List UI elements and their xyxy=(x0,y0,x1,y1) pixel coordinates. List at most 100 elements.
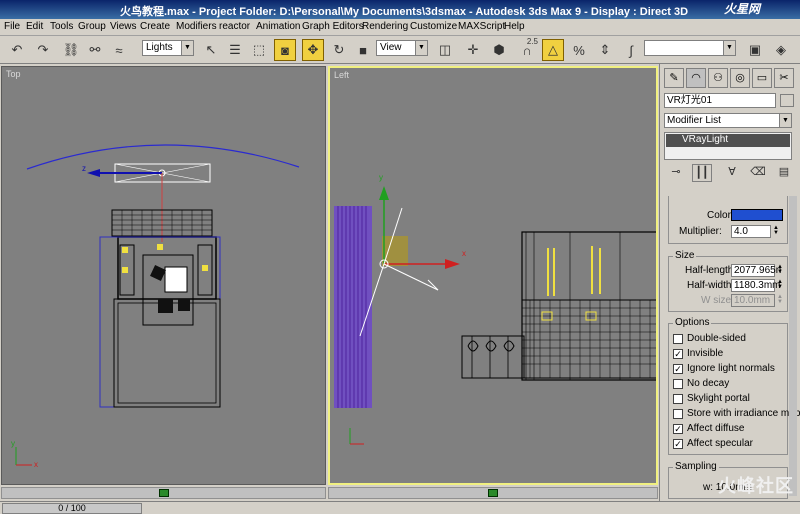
checkbox-label: Invisible xyxy=(687,348,724,359)
object-name-field[interactable]: VR灯光01 xyxy=(664,93,776,108)
keyboard-shortcut-icon[interactable]: ⬢ xyxy=(488,39,510,61)
snaps-toggle-icon[interactable]: 2.5 ∩ xyxy=(516,37,538,61)
stack-item-vraylight[interactable]: VRayLight xyxy=(666,134,790,147)
object-color-swatch[interactable] xyxy=(780,94,794,107)
modifier-list-label: Modifier List xyxy=(667,115,721,126)
double-sided-checkbox[interactable]: Double-sided xyxy=(673,333,791,346)
redo-icon[interactable]: ↷ xyxy=(32,39,54,61)
options-title: Options xyxy=(673,317,712,328)
spinner-arrows-icon[interactable]: ▲ ▼ xyxy=(776,264,784,276)
selection-filter-dropdown[interactable]: Lights ▼ xyxy=(142,40,194,56)
checkbox-box[interactable] xyxy=(673,379,683,389)
checkbox-box[interactable] xyxy=(673,394,683,404)
create-tab-icon[interactable]: ✎ xyxy=(664,68,684,88)
half-width-spinner[interactable]: 1180.3mm ▲ ▼ xyxy=(731,279,783,292)
left-viewport-bar[interactable] xyxy=(328,487,658,499)
reference-coord-dropdown[interactable]: View ▼ xyxy=(376,40,428,56)
unlink-icon[interactable]: ⚯ xyxy=(84,39,106,61)
bind-space-warp-icon[interactable]: ≈ xyxy=(108,39,130,61)
undo-icon[interactable]: ↶ xyxy=(6,39,28,61)
check-icon[interactable]: ✓ xyxy=(673,424,683,434)
window-crossing-icon[interactable]: ◙ xyxy=(274,39,296,61)
modifier-list-dropdown[interactable]: Modifier List ▼ xyxy=(664,113,792,128)
affect-specular-checkbox[interactable]: ✓ Affect specular xyxy=(673,438,791,451)
menu-bar: File Edit Tools Group Views Create Modif… xyxy=(0,19,800,36)
check-icon[interactable]: ✓ xyxy=(673,349,683,359)
pin-stack-icon[interactable]: ⊸ xyxy=(666,164,686,182)
invisible-checkbox[interactable]: ✓ Invisible xyxy=(673,348,791,361)
viewport-nav-icon[interactable] xyxy=(488,489,498,497)
display-tab-icon[interactable]: ▭ xyxy=(752,68,772,88)
menu-modifiers[interactable]: Modifiers xyxy=(176,21,217,32)
select-manipulate-icon[interactable]: ✛ xyxy=(462,39,484,61)
svg-text:y: y xyxy=(379,173,383,182)
menu-reactor[interactable]: reactor xyxy=(219,21,250,32)
no-decay-checkbox[interactable]: No decay xyxy=(673,378,791,391)
menu-animation[interactable]: Animation xyxy=(256,21,300,32)
skylight-portal-checkbox[interactable]: Skylight portal xyxy=(673,393,791,406)
select-by-name-icon[interactable]: ☰ xyxy=(224,39,246,61)
w-size-spinner[interactable]: 10.0mm ▲ ▼ xyxy=(731,294,783,307)
menu-maxscript[interactable]: MAXScript xyxy=(458,21,505,32)
mirror-icon[interactable]: ▣ xyxy=(744,39,766,61)
panel-scrollbar[interactable] xyxy=(789,196,797,496)
select-and-rotate-icon[interactable]: ↻ xyxy=(328,39,350,61)
menu-create[interactable]: Create xyxy=(140,21,170,32)
menu-graph-editors[interactable]: Graph Editors xyxy=(302,21,364,32)
color-swatch[interactable] xyxy=(731,209,783,221)
configure-sets-icon[interactable]: ▤ xyxy=(774,164,794,182)
store-irradiance-checkbox[interactable]: Store with irradiance map xyxy=(673,408,800,421)
percent-snap-icon[interactable]: % xyxy=(568,39,590,61)
command-panel: ✎ ◠ ⚇ ◎ ▭ ✂ VR灯光01 Modifier List ▼ VRayL… xyxy=(659,64,800,501)
motion-tab-icon[interactable]: ◎ xyxy=(730,68,750,88)
hierarchy-tab-icon[interactable]: ⚇ xyxy=(708,68,728,88)
utilities-tab-icon[interactable]: ✂ xyxy=(774,68,794,88)
check-icon[interactable]: ✓ xyxy=(673,439,683,449)
spinner-arrows-icon[interactable]: ▲ ▼ xyxy=(776,279,784,291)
top-viewport-bar[interactable] xyxy=(1,487,326,499)
show-end-result-icon[interactable]: ┃┃ xyxy=(692,164,712,182)
align-icon[interactable]: ◈ xyxy=(770,39,792,61)
multiplier-spinner[interactable]: 4.0 ▲ ▼ xyxy=(731,225,779,238)
spinner-arrows-icon[interactable]: ▲ ▼ xyxy=(772,225,780,237)
menu-edit[interactable]: Edit xyxy=(26,21,43,32)
affect-diffuse-checkbox[interactable]: ✓ Affect diffuse xyxy=(673,423,791,436)
check-icon[interactable]: ✓ xyxy=(673,364,683,374)
checkbox-box[interactable] xyxy=(673,334,683,344)
ignore-light-normals-checkbox[interactable]: ✓ Ignore light normals xyxy=(673,363,791,376)
checkbox-label: Affect specular xyxy=(687,438,753,449)
reference-coord-value: View xyxy=(380,42,402,53)
menu-file[interactable]: File xyxy=(4,21,20,32)
angle-snap-icon[interactable]: △ xyxy=(542,39,564,61)
menu-views[interactable]: Views xyxy=(110,21,137,32)
menu-tools[interactable]: Tools xyxy=(50,21,73,32)
viewport-top[interactable]: Top y x z xyxy=(1,66,326,485)
modify-tab-icon[interactable]: ◠ xyxy=(686,68,706,88)
select-object-icon[interactable]: ↖ xyxy=(200,39,222,61)
menu-customize[interactable]: Customize xyxy=(410,21,457,32)
pivot-center-icon[interactable]: ◫ xyxy=(434,39,456,61)
chevron-down-icon: ▼ xyxy=(415,41,427,55)
viewport-nav-icon[interactable] xyxy=(158,489,169,497)
make-unique-icon[interactable]: ∀ xyxy=(722,164,742,182)
select-and-move-icon[interactable]: ✥ xyxy=(302,39,324,61)
checkbox-box[interactable] xyxy=(673,409,683,419)
viewport-left[interactable]: Left y x xyxy=(328,66,658,485)
remove-modifier-icon[interactable]: ⌫ xyxy=(748,164,768,182)
size-group: Size Half-length: 2077.965n ▲ ▼ Half-width… xyxy=(668,250,788,312)
half-length-spinner[interactable]: 2077.965n ▲ ▼ xyxy=(731,264,783,277)
rect-selection-icon[interactable]: ⬚ xyxy=(248,39,270,61)
named-selection-dropdown[interactable]: ▼ xyxy=(644,40,736,56)
menu-rendering[interactable]: Rendering xyxy=(362,21,408,32)
edit-named-selection-icon[interactable]: ∫ xyxy=(620,39,642,61)
time-slider[interactable]: 0 / 100 xyxy=(2,503,142,514)
w-size-value: 10.0mm xyxy=(734,295,771,306)
select-link-icon[interactable]: ⛓ xyxy=(60,39,82,61)
spinner-arrows-icon[interactable]: ▲ ▼ xyxy=(776,294,784,306)
sampling-title: Sampling xyxy=(673,461,719,472)
modifier-stack[interactable]: VRayLight xyxy=(664,132,792,160)
select-and-scale-icon[interactable]: ■ xyxy=(352,39,374,61)
menu-help[interactable]: Help xyxy=(504,21,525,32)
spinner-snap-icon[interactable]: ⇕ xyxy=(594,39,616,61)
menu-group[interactable]: Group xyxy=(78,21,106,32)
